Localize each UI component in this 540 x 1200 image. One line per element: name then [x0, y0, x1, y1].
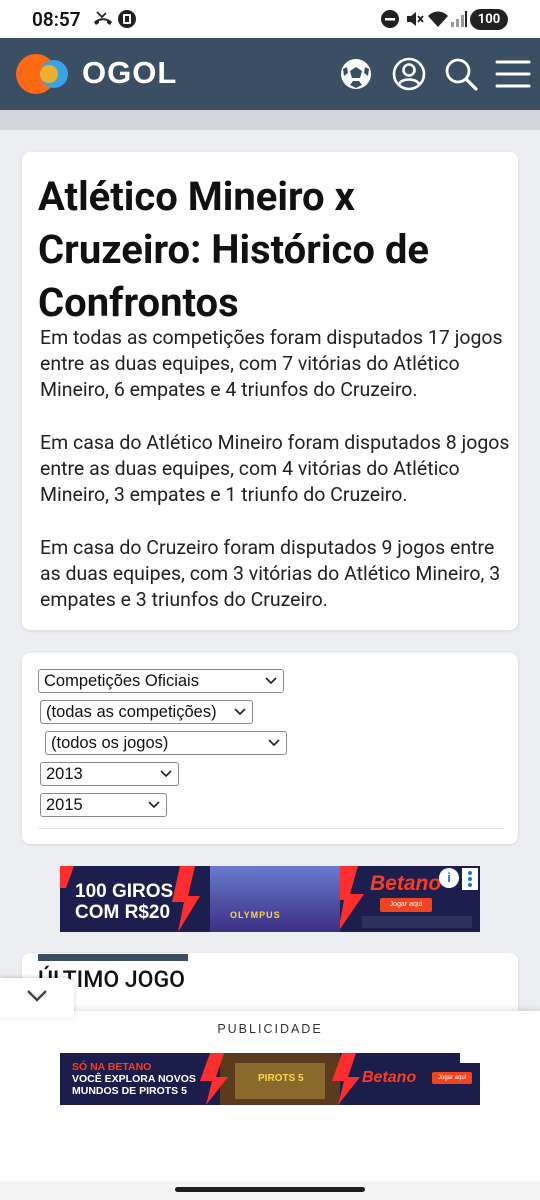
- year-to-value: 2015: [46, 796, 83, 814]
- summary-paragraph-home-cruzeiro: Em casa do Cruzeiro foram disputados 9 j…: [40, 536, 501, 612]
- ad-game-label: OLYMPUS: [230, 910, 281, 920]
- bottom-ad-line1: SÓ NA BETANO: [72, 1061, 152, 1073]
- ad-headline-line2: COM R$20: [75, 902, 171, 923]
- signal-icon: [451, 11, 467, 27]
- soccer-ball-icon[interactable]: [338, 56, 374, 92]
- ad-disclaimer: [362, 916, 472, 928]
- app-notification-icon: [118, 10, 136, 28]
- status-time: 08:57: [32, 8, 81, 31]
- chevron-down-icon: [27, 990, 47, 1002]
- advertising-label: PUBLICIDADE: [217, 1022, 323, 1036]
- competition-value: (todas as competições): [46, 703, 217, 721]
- ogol-logo-icon[interactable]: [16, 52, 70, 96]
- ad-headline: 100 GIROS COM R$20: [75, 881, 173, 923]
- divider: [38, 828, 503, 829]
- search-icon[interactable]: [443, 56, 479, 92]
- ad-options-icon[interactable]: [462, 868, 478, 890]
- year-from-select[interactable]: 2013: [40, 762, 179, 786]
- summary-paragraph-all: Em todas as competições foram disputados…: [40, 326, 503, 402]
- ad-brand-logo: Betano: [370, 872, 442, 895]
- home-gesture-handle[interactable]: [175, 1187, 365, 1192]
- section-accent-bar: [38, 954, 188, 961]
- chevron-down-icon: [160, 770, 172, 778]
- ad-banner[interactable]: OLYMPUS 100 GIROS COM R$20 Betano Jogar …: [60, 866, 480, 932]
- competition-type-value: Competições Oficiais: [44, 672, 199, 690]
- battery-indicator: 100: [470, 9, 508, 30]
- bottom-ad-play-button[interactable]: Jogar aqui: [432, 1072, 472, 1084]
- user-icon[interactable]: [391, 56, 427, 92]
- summary-paragraph-home-atletico: Em casa do Atlético Mineiro foram disput…: [40, 431, 510, 507]
- menu-icon[interactable]: [495, 56, 531, 92]
- ad-play-button[interactable]: Jogar aqui: [380, 898, 432, 912]
- chevron-down-icon: [268, 739, 280, 747]
- missed-call-icon: [94, 11, 112, 25]
- ad-game-art: [210, 866, 340, 932]
- do-not-disturb-icon: [381, 10, 399, 28]
- games-value: (todos os jogos): [51, 734, 169, 752]
- year-from-value: 2013: [46, 765, 83, 783]
- page-title: Atlético Mineiro x Cruzeiro: Histórico d…: [38, 173, 429, 326]
- bottom-ad-brand-logo: Betano: [362, 1069, 417, 1086]
- wifi-icon: [428, 11, 448, 27]
- bottom-ad-headline: SÓ NA BETANO VOCÊ EXPLORA NOVOS MUNDOS D…: [72, 1061, 196, 1097]
- chevron-down-icon: [265, 677, 277, 685]
- competition-select[interactable]: (todas as competições): [40, 700, 253, 724]
- collapse-ad-button[interactable]: [0, 978, 74, 1018]
- bottom-ad-banner[interactable]: PIROTS 5 SÓ NA BETANO VOCÊ EXPLORA NOVOS…: [60, 1053, 480, 1105]
- ad-headline-line1: 100 GIROS: [75, 881, 174, 902]
- bottom-ad-game-label: PIROTS 5: [258, 1073, 304, 1084]
- competition-type-select[interactable]: Competições Oficiais: [38, 669, 284, 693]
- ad-info-icon[interactable]: i: [439, 868, 459, 888]
- year-to-select[interactable]: 2015: [40, 793, 167, 817]
- games-select[interactable]: (todos os jogos): [45, 731, 287, 755]
- bottom-ad-line3: MUNDOS DE PIROTS 5: [72, 1085, 187, 1097]
- bottom-ad-line2: VOCÊ EXPLORA NOVOS: [72, 1073, 196, 1085]
- header-subbar: [0, 110, 540, 130]
- chevron-down-icon: [148, 801, 160, 809]
- status-bar: 08:57 100: [0, 0, 540, 38]
- mute-icon: [407, 12, 424, 26]
- logo-text[interactable]: OGOL: [82, 55, 177, 91]
- chevron-down-icon: [234, 708, 246, 716]
- bottom-ad-info-icon[interactable]: [460, 1053, 480, 1063]
